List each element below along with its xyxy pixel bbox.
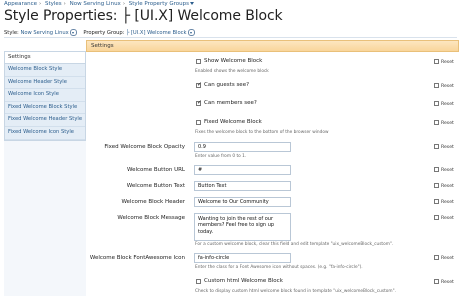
sidebar: Settings Welcome Block Style Welcome Hea… [4, 51, 86, 141]
chevron-down-icon[interactable] [69, 29, 77, 36]
group-filter-label: Property Group: [83, 30, 125, 36]
sidebar-item-fixed-welcome-header-style[interactable]: Fixed Welcome Header Style [5, 114, 85, 127]
reset-checkbox[interactable] [434, 215, 439, 220]
button-url-label: Welcome Button URL [127, 167, 185, 173]
reset-checkbox[interactable] [434, 167, 439, 172]
block-message-textarea[interactable]: Wanting to join the rest of our members?… [194, 213, 291, 241]
sidebar-item-fixed-welcome-block-style[interactable]: Fixed Welcome Block Style [5, 101, 85, 115]
guests-checkbox[interactable] [196, 81, 202, 88]
custom-html-hint: Check to display custom html welcome blo… [195, 289, 396, 294]
reset-label: Reset [441, 60, 454, 65]
reset-checkbox[interactable] [434, 83, 439, 88]
block-message-hint: For a custom welcome block, clear this f… [195, 242, 394, 247]
reset-fa-icon[interactable]: Reset [434, 255, 454, 261]
breadcrumb-style-name[interactable]: Now Serving Linux [70, 1, 121, 7]
guests-label: Can guests see? [204, 82, 249, 88]
opacity-hint: Enter value from 0 to 1. [195, 154, 247, 159]
group-filter-value[interactable]: ├ [UI.X] Welcome Block [126, 30, 186, 36]
sidebar-header[interactable]: Settings [5, 52, 85, 64]
reset-label: Reset [441, 121, 454, 126]
reset-button-url[interactable]: Reset [434, 167, 454, 173]
fixed-welcome-block-checkbox[interactable] [196, 120, 201, 125]
reset-label: Reset [441, 102, 454, 107]
reset-checkbox[interactable] [434, 199, 439, 204]
breadcrumb-separator: › [63, 1, 66, 7]
reset-checkbox[interactable] [434, 144, 439, 149]
settings-section-header: Settings [86, 40, 459, 52]
page-title: Style Properties: ├ [UI.X] Welcome Block [4, 8, 283, 24]
reset-members[interactable]: Reset [434, 101, 454, 107]
reset-opacity[interactable]: Reset [434, 144, 454, 150]
reset-fixed-welcome-block[interactable]: Reset [434, 120, 454, 126]
reset-label: Reset [441, 256, 454, 261]
filter-bar: Style: Now Serving Linux Property Group:… [4, 29, 195, 36]
reset-checkbox[interactable] [434, 279, 439, 284]
reset-checkbox[interactable] [434, 183, 439, 188]
opacity-label: Fixed Welcome Block Opacity [104, 144, 185, 150]
show-welcome-block-hint: Enabled shows the welcome block [195, 69, 269, 74]
fixed-welcome-block-hint: Fixes the welcome block to the bottom of… [195, 130, 329, 135]
custom-html-checkbox[interactable] [196, 279, 201, 284]
chevron-down-icon[interactable] [189, 2, 194, 5]
reset-label: Reset [441, 200, 454, 205]
reset-label: Reset [441, 145, 454, 150]
block-message-label: Welcome Block Message [117, 215, 185, 221]
reset-label: Reset [441, 280, 454, 285]
members-checkbox[interactable] [196, 99, 202, 106]
fa-icon-input[interactable]: fa-info-circle [194, 253, 291, 263]
button-text-label: Welcome Button Text [126, 183, 185, 189]
opacity-input[interactable]: 0.9 [194, 142, 291, 152]
members-label: Can members see? [204, 100, 257, 106]
reset-label: Reset [441, 168, 454, 173]
style-filter-value[interactable]: Now Serving Linux [20, 30, 68, 36]
fa-icon-label: Welcome Block FontAwesome Icon [89, 255, 185, 261]
breadcrumb-styles[interactable]: Styles [45, 1, 62, 7]
reset-block-header[interactable]: Reset [434, 199, 454, 205]
divider [4, 37, 457, 38]
button-url-input[interactable]: # [194, 165, 291, 175]
breadcrumb-separator: › [122, 1, 126, 7]
custom-html-label: Custom html Welcome Block [204, 278, 283, 284]
breadcrumb: Appearance › Styles › Now Serving Linux › S… [4, 1, 194, 7]
reset-label: Reset [441, 84, 454, 89]
sidebar-item-welcome-block-style[interactable]: Welcome Block Style [5, 64, 85, 77]
reset-checkbox[interactable] [434, 120, 439, 125]
fixed-welcome-block-label: Fixed Welcome Block [204, 119, 262, 125]
block-header-label: Welcome Block Header [121, 199, 185, 205]
show-welcome-block-label: Show Welcome Block [204, 58, 263, 64]
fa-icon-hint: Enter the class for a Font Awesome icon … [195, 265, 363, 270]
reset-guests[interactable]: Reset [434, 83, 454, 89]
sidebar-item-welcome-header-style[interactable]: Welcome Header Style [5, 76, 85, 90]
reset-show-welcome-block[interactable]: Reset [434, 59, 454, 65]
reset-label: Reset [441, 216, 454, 221]
reset-checkbox[interactable] [434, 59, 439, 64]
breadcrumb-appearance[interactable]: Appearance [4, 1, 37, 7]
reset-button-text[interactable]: Reset [434, 183, 454, 189]
sidebar-background [4, 132, 86, 296]
reset-custom-html[interactable]: Reset [434, 279, 454, 285]
show-welcome-block-checkbox[interactable] [196, 59, 201, 64]
style-filter-label: Style: [4, 30, 19, 36]
reset-label: Reset [441, 184, 454, 189]
reset-block-message[interactable]: Reset [434, 215, 454, 221]
sidebar-item-fixed-welcome-icon-style[interactable]: Fixed Welcome Icon Style [5, 126, 85, 140]
sidebar-item-welcome-icon-style[interactable]: Welcome Icon Style [5, 89, 85, 102]
reset-checkbox[interactable] [434, 101, 439, 106]
breadcrumb-property-groups[interactable]: Style Property Groups [129, 1, 189, 7]
block-header-input[interactable]: Welcome to Our Community [194, 197, 291, 207]
button-text-input[interactable]: Button Text [194, 181, 291, 191]
reset-checkbox[interactable] [434, 255, 439, 260]
breadcrumb-separator: › [39, 1, 42, 7]
chevron-down-icon[interactable] [187, 29, 195, 36]
